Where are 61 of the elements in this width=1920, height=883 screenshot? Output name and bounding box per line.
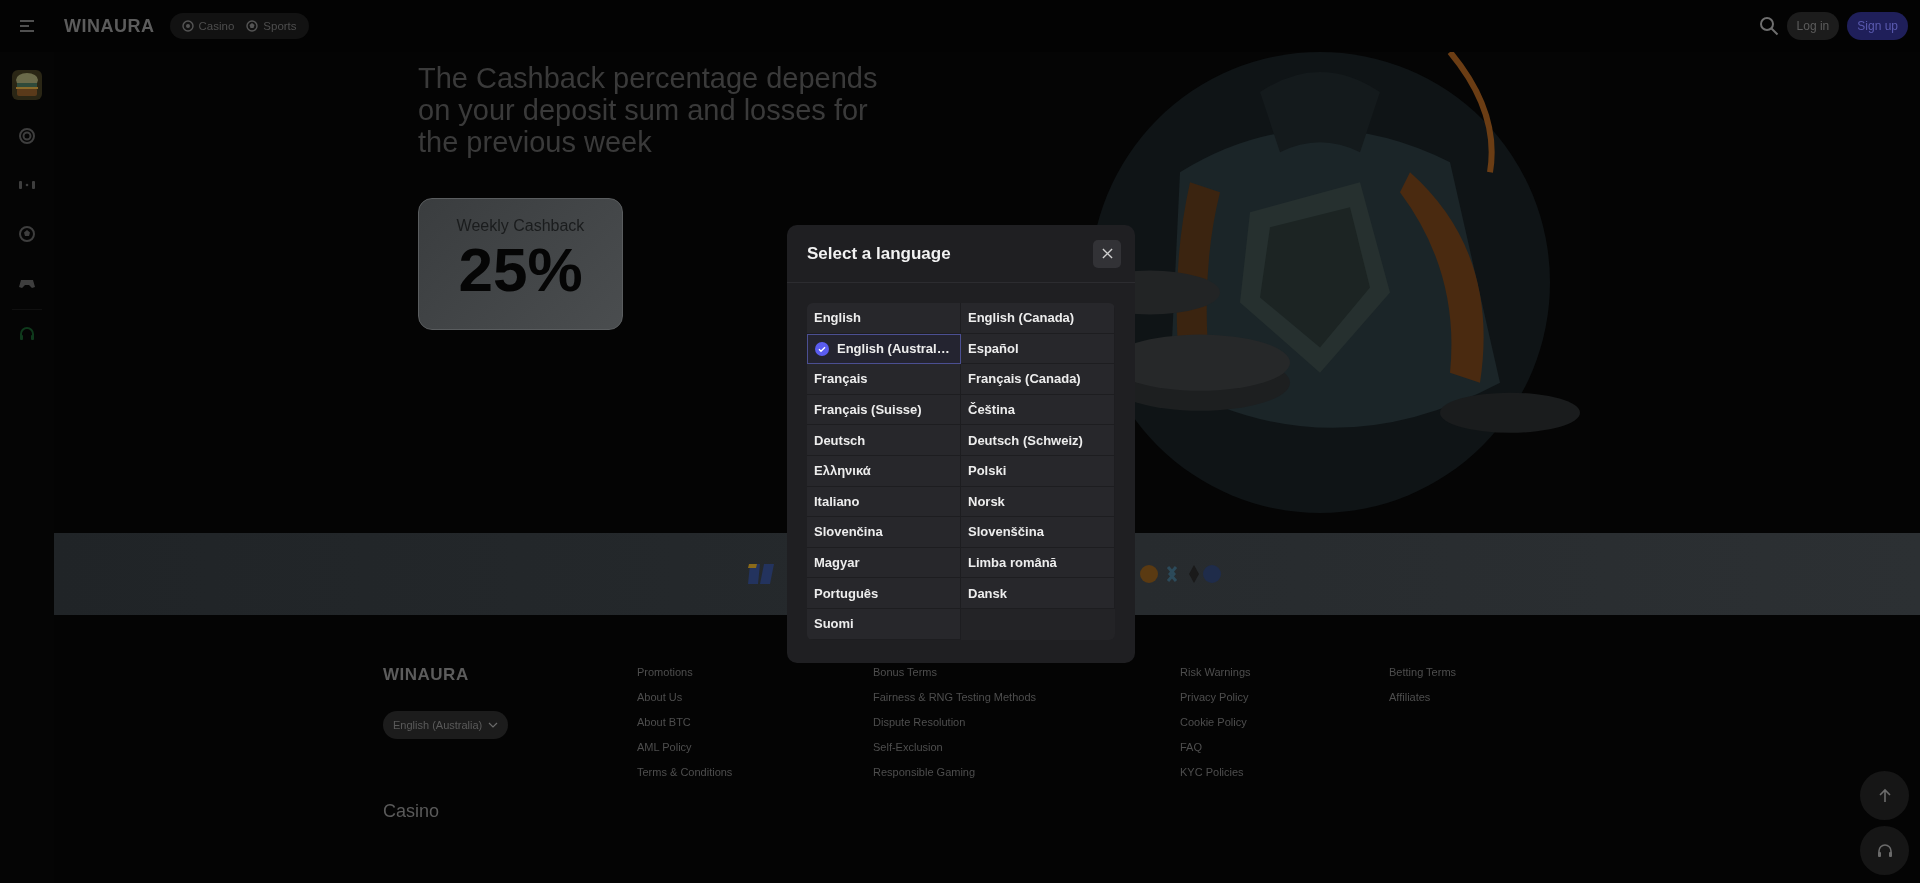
dialog-title: Select a language	[807, 243, 951, 264]
close-button[interactable]	[1093, 239, 1121, 268]
footer-link[interactable]: About Us	[637, 690, 873, 705]
footer-link[interactable]: FAQ	[1180, 740, 1389, 755]
menu-icon[interactable]	[19, 20, 35, 32]
language-option[interactable]: Français	[807, 364, 961, 395]
close-icon	[1101, 248, 1113, 259]
check-circle-icon	[815, 341, 829, 356]
language-option[interactable]: Español	[961, 333, 1115, 365]
language-option[interactable]: Čeština	[961, 394, 1115, 426]
footer-link[interactable]: AML Policy	[637, 740, 873, 755]
language-option[interactable]: Suomi	[807, 608, 961, 640]
footer-link[interactable]: Promotions	[637, 665, 873, 680]
headset-icon[interactable]	[18, 325, 36, 343]
language-option[interactable]: Dansk	[961, 578, 1115, 609]
footer-link[interactable]: Privacy Policy	[1180, 690, 1389, 705]
footer-logo[interactable]: WINAURA	[383, 665, 469, 685]
language-select[interactable]: English (Australia)	[383, 711, 509, 739]
ball-icon	[246, 20, 259, 32]
footer-link[interactable]: Terms & Conditions	[637, 765, 873, 780]
footer-link[interactable]: Fairness & RNG Testing Methods	[873, 690, 1180, 705]
chip-icon	[181, 20, 194, 32]
language-option[interactable]: Polski	[961, 455, 1115, 487]
cashback-value: 25%	[458, 235, 583, 305]
language-option[interactable]: English (Austral…	[807, 333, 961, 365]
logo[interactable]: WINAURA	[64, 15, 155, 37]
language-option[interactable]: Slovenščina	[961, 517, 1115, 548]
language-option[interactable]: Magyar	[807, 547, 961, 579]
language-option[interactable]: Italiano	[807, 486, 961, 518]
language-option[interactable]: Limba română	[961, 547, 1115, 579]
footer-link[interactable]: Dispute Resolution	[873, 715, 1180, 730]
footer-link[interactable]: Betting Terms	[1389, 665, 1589, 680]
language-option[interactable]: Français (Suisse)	[807, 394, 961, 426]
footer-link[interactable]: Self-Exclusion	[873, 740, 1180, 755]
scroll-top-button[interactable]	[1860, 771, 1909, 820]
footer-link[interactable]: About BTC	[637, 715, 873, 730]
chevron-down-icon	[488, 722, 499, 728]
footer-link[interactable]: Risk Warnings	[1180, 665, 1389, 680]
language-option[interactable]: English (Canada)	[961, 303, 1115, 334]
ball-icon[interactable]	[18, 225, 36, 243]
language-option[interactable]: English	[807, 303, 961, 334]
language-option[interactable]: Slovenčina	[807, 517, 961, 548]
support-button[interactable]	[1860, 826, 1909, 875]
footer-link[interactable]: KYC Policies	[1180, 765, 1389, 780]
language-option[interactable]: Norsk	[961, 486, 1115, 518]
gear-icon[interactable]	[18, 127, 36, 145]
footer-link[interactable]: Responsible Gaming	[873, 765, 1180, 780]
section-heading: Casino	[383, 801, 440, 822]
language-option[interactable]: Deutsch (Schweiz)	[961, 425, 1115, 456]
nav-tab[interactable]: Sports	[242, 16, 301, 36]
footer-link[interactable]: Cookie Policy	[1180, 715, 1389, 730]
search-icon[interactable]	[1758, 16, 1779, 36]
nav-tab[interactable]: Casino	[177, 16, 239, 36]
headset-icon	[1876, 842, 1893, 859]
language-option[interactable]: Português	[807, 578, 961, 609]
language-option[interactable]: Ελληνικά	[807, 455, 961, 487]
signup-button[interactable]: Sign up	[1847, 12, 1908, 40]
footer-link[interactable]: Bonus Terms	[873, 665, 1180, 680]
language-option[interactable]: Français (Canada)	[961, 364, 1115, 395]
language-option[interactable]: Deutsch	[807, 425, 961, 456]
footer-link[interactable]: Affiliates	[1389, 690, 1589, 705]
